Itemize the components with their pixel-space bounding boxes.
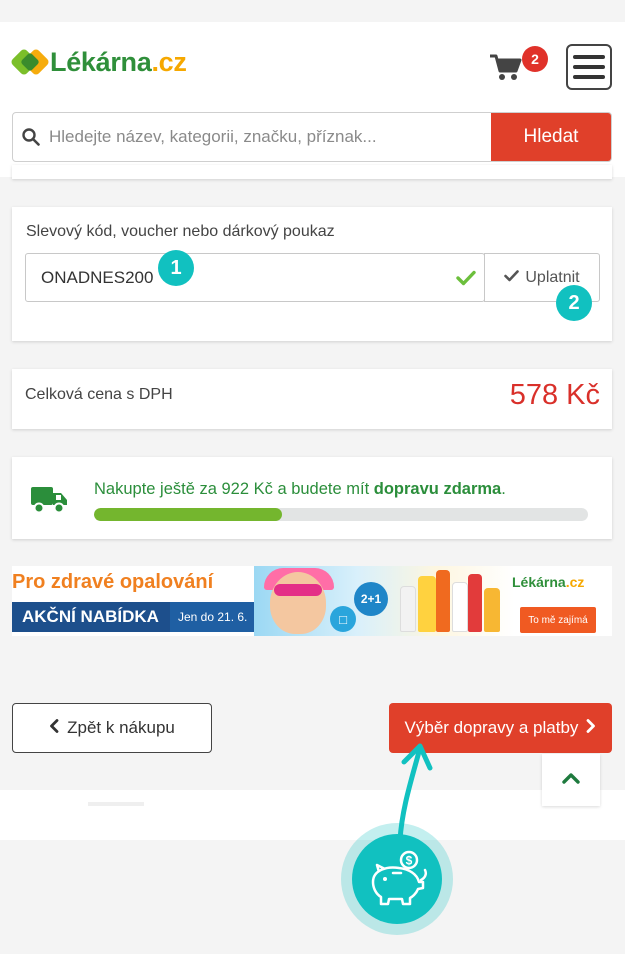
- total-price-card: Celková cena s DPH 578 Kč: [12, 369, 612, 429]
- promo-banner[interactable]: Pro zdravé opalování AKČNÍ NABÍDKA Jen d…: [12, 566, 612, 636]
- step-badge-2: 2: [556, 285, 592, 321]
- voucher-input[interactable]: [26, 267, 448, 288]
- bottom-area: [0, 840, 625, 954]
- banner-promo-badge: 2+1: [354, 582, 388, 616]
- shipping-payment-label: Výběr dopravy a platby: [404, 718, 579, 737]
- cart-icon[interactable]: [488, 52, 524, 82]
- voucher-label: Slevový kód, voucher nebo dárkový poukaz: [26, 223, 335, 240]
- chevron-right-icon: [586, 718, 596, 738]
- free-shipping-card: Nakupte ještě za 922 Kč a budete mít dop…: [12, 457, 612, 539]
- total-label: Celková cena s DPH: [25, 386, 173, 403]
- check-icon: [448, 270, 484, 286]
- cart-count-badge: 2: [522, 46, 548, 72]
- logo-text: Lékárna.cz: [50, 46, 187, 77]
- check-icon: [504, 269, 520, 287]
- banner-date: Jen do 21. 6.: [178, 610, 248, 624]
- total-value: 578 Kč: [509, 379, 600, 411]
- hamburger-menu-icon[interactable]: [566, 44, 612, 90]
- banner-action-label: AKČNÍ NABÍDKA: [12, 602, 170, 632]
- footer-panel: [0, 790, 625, 840]
- site-logo[interactable]: Lékárna.cz: [9, 46, 187, 78]
- free-shipping-progress: [94, 508, 588, 521]
- banner-image: □ 2+1: [254, 566, 514, 636]
- banner-cta-button[interactable]: To mě zajímá: [520, 607, 596, 633]
- back-to-shopping-button[interactable]: Zpět k nákupu: [12, 703, 212, 753]
- back-to-shopping-label: Zpět k nákupu: [67, 718, 175, 737]
- logo-mark-icon: [9, 46, 51, 78]
- free-shipping-text: Nakupte ještě za 922 Kč a budete mít dop…: [94, 480, 506, 498]
- apply-voucher-label: Uplatnit: [525, 268, 580, 286]
- banner-action-strip: AKČNÍ NABÍDKA Jen do 21. 6.: [12, 602, 254, 632]
- truck-icon: [30, 484, 68, 519]
- banner-title: Pro zdravé opalování: [12, 571, 214, 593]
- search-button[interactable]: Hledat: [491, 113, 611, 161]
- piggy-bank-icon: $: [352, 834, 442, 924]
- footer-divider: [88, 802, 144, 806]
- chevron-left-icon: [49, 718, 59, 738]
- gift-icon: □: [330, 606, 356, 632]
- voucher-field: [25, 253, 485, 302]
- site-header: Lékárna.cz 2 Hledat: [0, 22, 625, 177]
- free-shipping-progress-fill: [94, 508, 282, 521]
- chevron-up-icon: [562, 771, 580, 789]
- step-badge-1: 1: [158, 250, 194, 286]
- search-bar: Hledat: [12, 112, 612, 162]
- banner-logo: Lékárna.cz: [512, 574, 585, 590]
- svg-text:$: $: [406, 854, 413, 868]
- search-icon: [13, 128, 49, 146]
- voucher-card: Slevový kód, voucher nebo dárkový poukaz…: [12, 207, 612, 341]
- search-input[interactable]: [49, 113, 491, 161]
- scroll-to-top-button[interactable]: [542, 754, 600, 806]
- cart-items-card-bottom: [12, 165, 612, 179]
